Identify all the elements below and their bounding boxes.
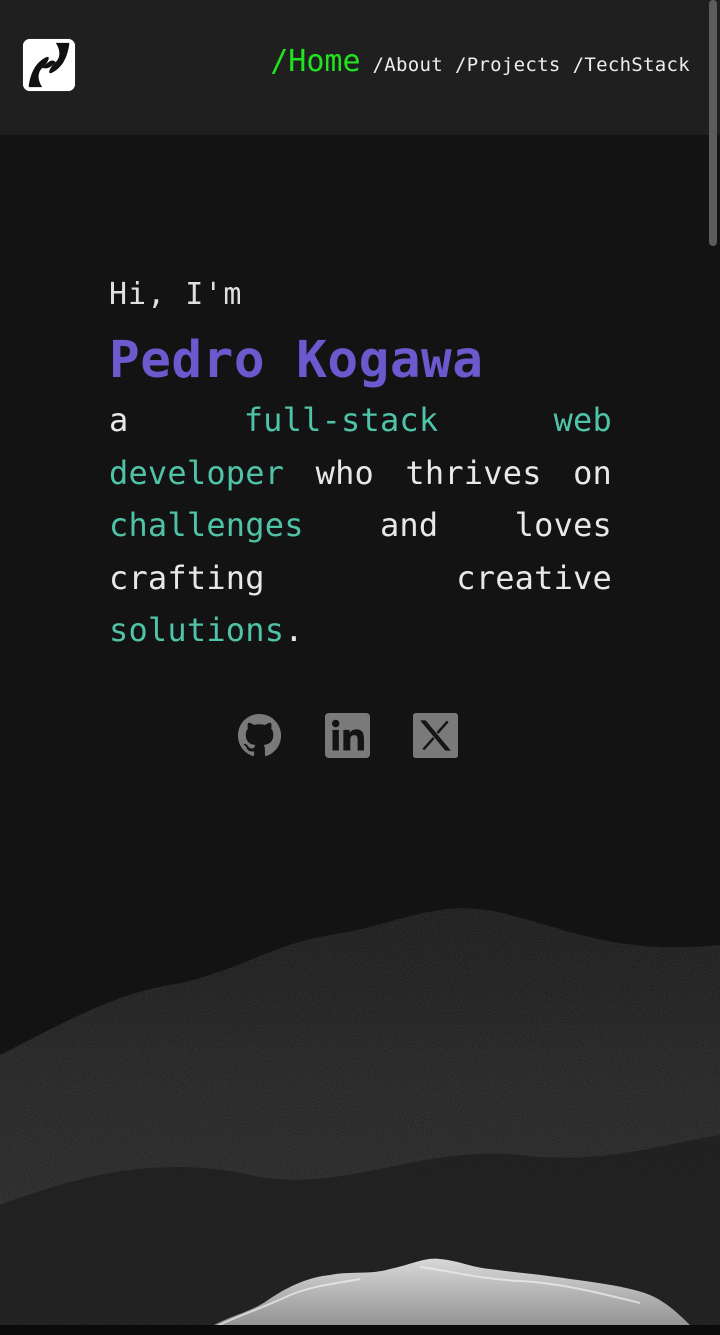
- nav-techstack-link[interactable]: /TechStack: [573, 54, 690, 76]
- nav-about-link[interactable]: /About: [373, 54, 443, 76]
- x-twitter-link[interactable]: [413, 713, 458, 758]
- tagline-text: a: [109, 401, 244, 439]
- background-terrain-image: [0, 875, 720, 1335]
- tagline-text: who thrives on: [284, 453, 612, 492]
- stylized-n-logo-icon: [23, 39, 75, 91]
- github-link[interactable]: [237, 713, 282, 758]
- github-icon: [237, 713, 282, 757]
- logo-icon[interactable]: [22, 38, 76, 92]
- linkedin-link[interactable]: [325, 713, 370, 758]
- nav-projects-link[interactable]: /Projects: [455, 54, 561, 76]
- tagline-accent-challenges: challenges: [109, 506, 304, 544]
- hero-section: Hi, I'm Pedro Kogawa a full-stack web de…: [109, 270, 612, 657]
- bottom-edge: [0, 1325, 720, 1335]
- page-scrollbar[interactable]: [709, 0, 717, 246]
- main-nav: /Home /About /Projects /TechStack: [270, 44, 690, 79]
- greeting-text: Hi, I'm: [109, 277, 243, 312]
- x-twitter-icon: [413, 713, 458, 758]
- nav-home-link[interactable]: /Home: [270, 44, 360, 79]
- page: /Home /About /Projects /TechStack Hi, I'…: [0, 0, 720, 1335]
- hero-name: Pedro Kogawa: [109, 331, 484, 390]
- tagline-text: .: [284, 611, 304, 649]
- hero-tagline: a full-stack web developer who thrives o…: [109, 394, 612, 657]
- site-header: /Home /About /Projects /TechStack: [0, 0, 720, 135]
- tagline-accent-solutions: solutions: [109, 611, 285, 649]
- linkedin-icon: [325, 713, 370, 758]
- social-links: [237, 713, 458, 758]
